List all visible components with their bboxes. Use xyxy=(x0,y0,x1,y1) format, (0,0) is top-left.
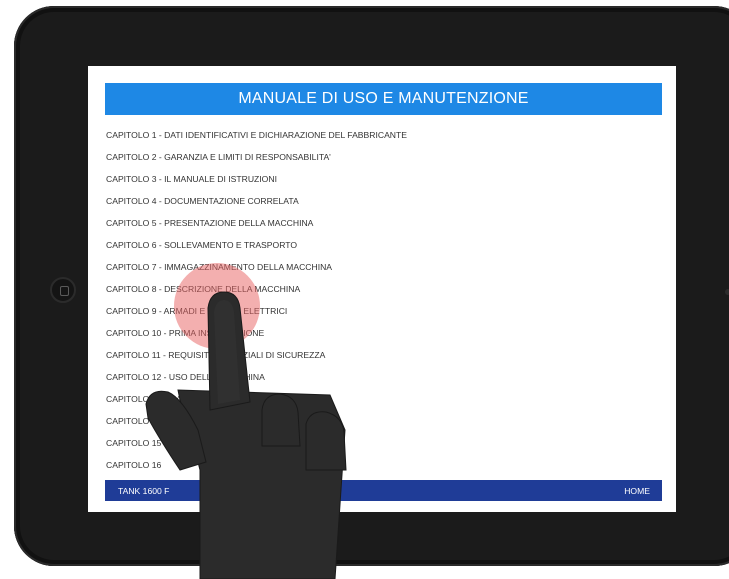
chapter-link-4[interactable]: CAPITOLO 4 - DOCUMENTAZIONE CORRELATA xyxy=(106,196,656,218)
home-link[interactable]: HOME xyxy=(624,486,650,496)
chapter-link-12[interactable]: CAPITOLO 12 - USO DELLA MACCHINA xyxy=(106,372,656,394)
camera-icon xyxy=(725,289,729,295)
chapter-link-15[interactable]: CAPITOLO 15 - MANUTENZIONE xyxy=(106,438,656,460)
chapter-link-3[interactable]: CAPITOLO 3 - IL MANUALE DI ISTRUZIONI xyxy=(106,174,656,196)
chapter-link-2[interactable]: CAPITOLO 2 - GARANZIA E LIMITI DI RESPON… xyxy=(106,152,656,174)
chapter-link-11[interactable]: CAPITOLO 11 - REQUISITI ESSENZIALI DI SI… xyxy=(106,350,656,372)
footer-model-label: TANK 1600 F xyxy=(118,485,170,496)
chapter-link-16[interactable]: CAPITOLO 16 xyxy=(106,460,656,482)
chapter-link-6[interactable]: CAPITOLO 6 - SOLLEVAMENTO E TRASPORTO xyxy=(106,240,656,262)
footer-bar: TANK 1600 F HOME xyxy=(105,480,662,501)
chapter-link-13[interactable]: CAPITOLO 13 - MANUTENZIONE PROGRAMMATA xyxy=(106,394,656,416)
chapter-link-5[interactable]: CAPITOLO 5 - PRESENTAZIONE DELLA MACCHIN… xyxy=(106,218,656,240)
page-title: MANUALE DI USO E MANUTENZIONE xyxy=(105,83,662,115)
chapter-link-1[interactable]: CAPITOLO 1 - DATI IDENTIFICATIVI E DICHI… xyxy=(106,130,656,152)
chapter-link-14[interactable]: CAPITOLO 14 - MANUTENZIONE xyxy=(106,416,656,438)
tablet-home-button[interactable] xyxy=(50,277,76,303)
touch-indicator xyxy=(174,263,260,349)
